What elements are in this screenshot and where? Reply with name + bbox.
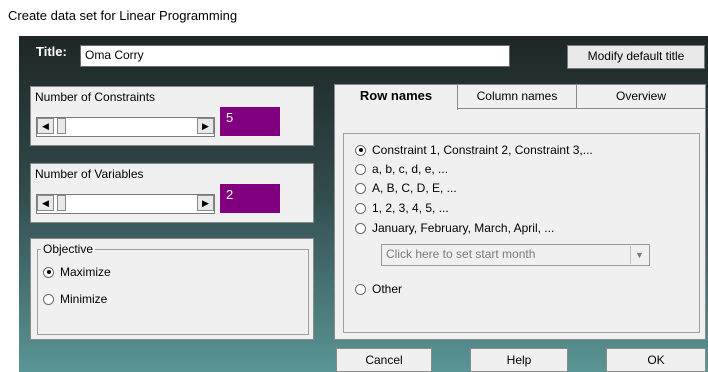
start-month-placeholder: Click here to set start month [386,247,536,261]
radio-button-icon[interactable] [355,283,366,295]
tab-column-names[interactable]: Column names [456,84,578,108]
tab-row-names[interactable]: Row names [334,84,458,110]
radio-minimize[interactable]: Minimize [43,292,107,306]
objective-label: Objective [41,242,96,256]
tab-overview[interactable]: Overview [576,84,706,108]
radio-other[interactable]: Other [355,282,402,296]
radio-label: Minimize [60,292,108,306]
radio-button-icon[interactable] [43,266,54,278]
variables-value: 2 [220,184,280,213]
radio-button-icon[interactable] [43,293,54,305]
variables-scrollbar[interactable]: ◀ ▶ [36,194,215,214]
chevron-down-icon[interactable]: ▼ [630,246,648,264]
arrow-left-icon[interactable]: ◀ [37,118,54,134]
help-button[interactable]: Help [470,348,568,372]
radio-maximize[interactable]: Maximize [43,265,111,279]
window-title: Create data set for Linear Programming [8,8,238,23]
arrow-left-icon[interactable]: ◀ [37,195,54,211]
radio-uppercase-letters[interactable]: A, B, C, D, E, ... [355,181,457,195]
radio-label: Maximize [60,265,111,279]
constraints-panel: Number of Constraints ◀ ▶ 5 [30,86,314,146]
title-input[interactable]: Oma Corry [80,45,510,67]
modify-default-title-button[interactable]: Modify default title [567,45,705,69]
arrow-right-icon[interactable]: ▶ [197,195,214,211]
radio-button-icon[interactable] [355,163,366,175]
radio-label: Constraint 1, Constraint 2, Constraint 3… [372,143,593,157]
radio-label: A, B, C, D, E, ... [372,181,457,195]
variables-panel: Number of Variables ◀ ▶ 2 [30,163,314,223]
constraints-scrollbar[interactable]: ◀ ▶ [36,117,215,137]
radio-lowercase-letters[interactable]: a, b, c, d, e, ... [355,162,448,176]
radio-label: January, February, March, April, ... [372,221,555,235]
radio-button-icon[interactable] [355,182,366,194]
radio-constraint-names[interactable]: Constraint 1, Constraint 2, Constraint 3… [355,143,593,157]
constraints-label: Number of Constraints [35,90,156,104]
start-month-select[interactable]: Click here to set start month ▼ [381,244,650,266]
radio-numbers[interactable]: 1, 2, 3, 4, 5, ... [355,201,449,215]
cancel-button[interactable]: Cancel [336,348,432,372]
title-label: Title: [36,44,67,59]
variables-scroll-thumb[interactable] [57,195,66,211]
objective-panel: Objective Maximize Minimize [30,238,314,340]
radio-button-icon[interactable] [355,222,366,234]
constraints-value: 5 [220,107,280,136]
radio-button-icon[interactable] [355,144,366,156]
ok-button[interactable]: OK [606,348,706,372]
radio-label: 1, 2, 3, 4, 5, ... [372,201,449,215]
row-names-panel: Constraint 1, Constraint 2, Constraint 3… [334,108,706,340]
radio-label: a, b, c, d, e, ... [372,162,449,176]
tab-control: Row names Column names Overview Constrai… [334,84,706,340]
radio-months[interactable]: January, February, March, April, ... [355,221,554,235]
variables-label: Number of Variables [35,167,144,181]
radio-label: Other [372,282,403,296]
radio-button-icon[interactable] [355,202,366,214]
arrow-right-icon[interactable]: ▶ [197,118,214,134]
constraints-scroll-thumb[interactable] [57,118,66,134]
